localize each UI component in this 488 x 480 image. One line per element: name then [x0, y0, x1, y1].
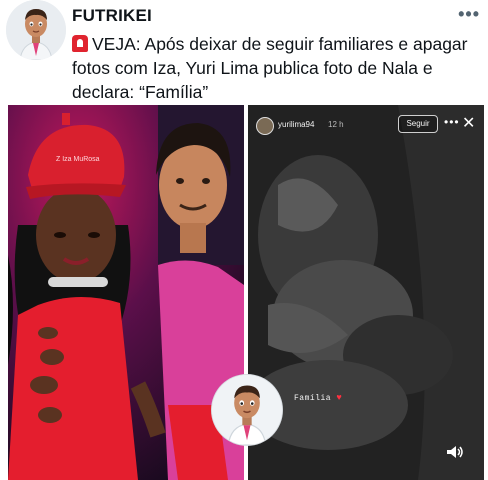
story-caption-text: Família [294, 394, 332, 403]
siren-emoji-icon [72, 35, 88, 52]
sound-icon[interactable] [446, 445, 464, 459]
close-icon[interactable]: ✕ [462, 113, 475, 133]
cap-text: Z Iza MuRosa [56, 156, 100, 163]
tweet-media[interactable]: Z Iza MuRosa yurilima94 12 h Seguir ••• … [4, 105, 484, 480]
left-photo[interactable]: Z Iza MuRosa [8, 105, 244, 480]
story-time: 12 h [328, 120, 344, 129]
profile-avatar[interactable] [6, 0, 66, 60]
story-screenshot[interactable]: yurilima94 12 h Seguir ••• ✕ Família ♥ [248, 105, 484, 480]
story-header: yurilima94 12 h Seguir ••• ✕ [248, 105, 484, 145]
cartoon-avatar-icon [212, 375, 282, 445]
more-icon[interactable]: ••• [458, 4, 480, 25]
couple-photo-image: Z Iza MuRosa [8, 105, 244, 480]
story-more-icon[interactable]: ••• [444, 115, 460, 129]
account-name[interactable]: FUTRIKEI [72, 6, 152, 26]
follow-button[interactable]: Seguir [398, 115, 438, 133]
cartoon-avatar-icon [6, 0, 66, 60]
story-avatar[interactable] [256, 117, 274, 135]
heart-emoji-icon: ♥ [336, 393, 343, 403]
story-caption: Família ♥ [294, 393, 342, 403]
tweet-text: VEJA: Após deixar de seguir familiares e… [72, 34, 468, 102]
tweet-text-container: VEJA: Após deixar de seguir familiares e… [72, 32, 477, 104]
watermark-avatar [212, 375, 282, 445]
story-photo-image [248, 105, 484, 480]
story-username[interactable]: yurilima94 [278, 120, 314, 129]
